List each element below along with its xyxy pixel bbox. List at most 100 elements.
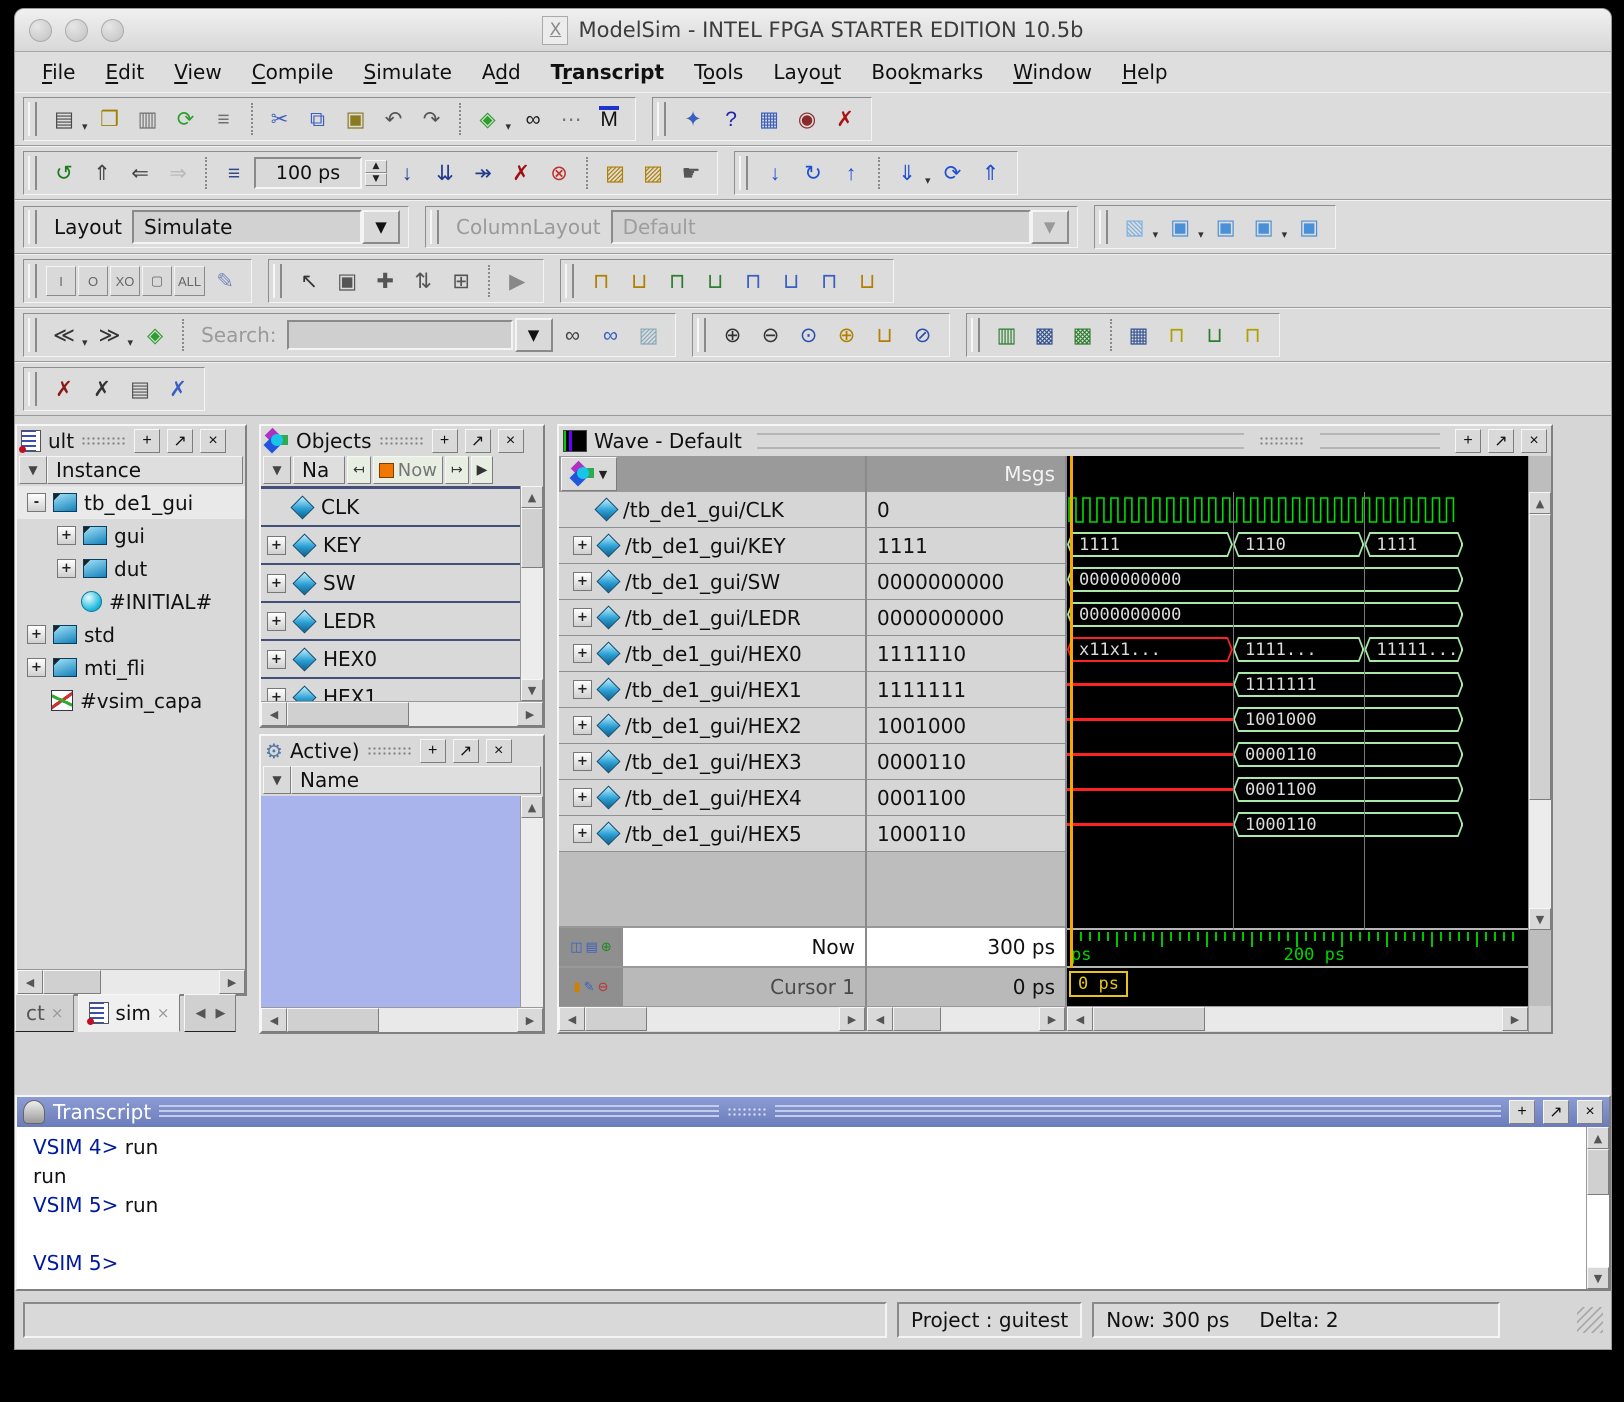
chevron-down-icon[interactable]: ▼ [362,210,400,244]
open-file-icon[interactable]: ❒ [92,101,128,137]
dropdown-caret-icon[interactable]: ▾ [82,120,88,133]
wave-signal-name[interactable]: +/tb_de1_gui/HEX2 [559,708,865,744]
wave-row[interactable] [1067,492,1528,527]
wave-row[interactable]: 0001100 [1067,772,1528,807]
expander-icon[interactable]: + [573,716,592,735]
scroll-right-icon[interactable]: ▶ [839,1007,865,1031]
dropdown-caret-icon[interactable]: ▾ [1198,228,1204,241]
panel-drag-grip[interactable] [81,436,127,446]
expander-icon[interactable]: + [573,788,592,807]
wave-time-ruler[interactable]: ps200 ps [1067,928,1528,968]
filter-funnel-icon[interactable]: ▼ [263,456,291,484]
scroll-up-icon[interactable]: ▲ [1587,1127,1609,1149]
environment-up-icon[interactable]: ⇑ [84,155,120,191]
dropdown-caret-icon[interactable]: ▾ [1153,228,1159,241]
paste-icon[interactable]: ▣ [338,101,374,137]
edge-tool-2-icon[interactable]: ⊔ [621,263,657,299]
transcript-vertical-scrollbar[interactable]: ▲ ▼ [1586,1127,1609,1289]
expander-icon[interactable]: + [57,559,76,578]
scroll-left-icon[interactable]: ◀ [17,970,43,994]
save-icon[interactable]: ▥ [130,101,166,137]
run-icon[interactable]: ↓ [389,155,425,191]
scroll-left-icon[interactable]: ◀ [261,1008,287,1032]
menu-file[interactable]: File [29,57,88,87]
expander-icon[interactable]: + [267,650,286,669]
resize-grip[interactable] [1577,1307,1603,1333]
step-over-icon[interactable]: ↻ [795,155,831,191]
msgs-column-header[interactable]: Msgs [867,462,1065,486]
tab-ct[interactable]: ct× [15,994,74,1032]
toolbar-grip[interactable] [28,102,37,136]
panel-drag-grip[interactable] [159,1105,719,1119]
toolbar-grip[interactable] [28,318,37,352]
menu-edit[interactable]: Edit [92,57,157,87]
search-reverse-icon[interactable]: ∞ [555,317,591,353]
dropdown-caret-icon[interactable]: ▾ [1282,228,1288,241]
separate-run-1-icon[interactable]: ▨ [597,155,633,191]
toolbar-grip[interactable] [971,318,980,352]
two-cursor-mode-icon[interactable]: ⇅ [405,263,441,299]
edge-tool-3-icon[interactable]: ⊓ [659,263,695,299]
undock-icon[interactable]: ↗ [453,739,479,763]
cursor-position-box[interactable]: 0 ps [1069,971,1128,997]
goto-next-icon[interactable]: ↦ [445,456,469,484]
last-edge-icon[interactable]: ⊓ [1235,317,1271,353]
expander-icon[interactable]: + [267,688,286,702]
panel-drag-grip[interactable] [1259,436,1305,446]
filter-funnel-icon[interactable]: ▼ [19,456,47,484]
menu-compile[interactable]: Compile [239,57,347,87]
add-button[interactable]: + [420,739,446,763]
wave-signal-name[interactable]: +/tb_de1_gui/HEX3 [559,744,865,780]
tree-item-dut[interactable]: +dut [17,552,245,585]
wave-signal-name[interactable]: +/tb_de1_gui/HEX1 [559,672,865,708]
layout-select[interactable]: Simulate▼ [132,210,400,244]
expand-env-icon[interactable]: ◈ [470,101,506,137]
zoom-mode-tool-icon[interactable]: ▣ [329,263,365,299]
wave-viewport[interactable]: 11111110111100000000000000000000x11x1...… [1065,456,1528,1006]
panel-drag-grip[interactable] [775,1105,1501,1119]
zoom-select-icon[interactable]: ⊘ [905,317,941,353]
toolbar-grip[interactable] [1099,210,1108,244]
wave-signal-menu-button[interactable]: ▼ [561,457,617,491]
wave-row[interactable]: 0000110 [1067,737,1528,772]
columnlayout-select[interactable]: Default▼ [611,210,1069,244]
close-tab-icon[interactable]: × [157,1004,170,1022]
close-window-button[interactable] [29,19,52,42]
expander-icon[interactable]: + [267,536,286,555]
spin-down-icon[interactable]: ▼ [365,173,387,186]
toolbar-grip[interactable] [28,264,37,298]
scroll-left-icon[interactable]: ◀ [867,1007,893,1031]
run-continue-icon[interactable]: ⇊ [427,155,463,191]
instance-column-header[interactable]: Instance [47,456,243,484]
scroll-right-icon[interactable]: ▶ [1502,1007,1528,1031]
wave-signal-name[interactable]: /tb_de1_gui/CLK [559,492,865,528]
expander-icon[interactable]: + [573,680,592,699]
wave-row[interactable]: 1111111 [1067,667,1528,702]
edit-mode-icon[interactable]: ⊞ [443,263,479,299]
step-out-current-icon[interactable]: ⇑ [973,155,1009,191]
edge-tool-1-icon[interactable]: ⊓ [583,263,619,299]
toolbar-grip[interactable] [28,372,37,406]
toolbar-grip[interactable] [739,156,748,190]
expand-right-icon[interactable]: ▶ [471,456,494,484]
window-save-icon[interactable]: ▣ [1246,209,1282,245]
expander-icon[interactable]: + [573,608,592,627]
add-cursor-icon[interactable]: ⊕ [601,941,612,954]
insert-time-icon[interactable]: ◈ [137,317,173,353]
expander-icon[interactable]: - [27,493,46,512]
toolbar-grip[interactable] [273,264,282,298]
step-into-icon[interactable]: ↓ [757,155,793,191]
dropdown-caret-icon[interactable]: ▾ [82,336,88,349]
search-dropdown[interactable]: ▼ [515,318,553,352]
copy-icon[interactable]: ⧉ [300,101,336,137]
toolbar-grip[interactable] [28,156,37,190]
wave-cursor-line[interactable] [1070,456,1073,968]
toolbar-grip[interactable] [430,210,439,244]
stop-icon[interactable]: ⊗ [541,155,577,191]
cut-time-left-icon[interactable]: ≪ [46,317,82,353]
modelsim-m-icon[interactable]: M [591,101,627,137]
menu-view[interactable]: View [161,57,234,87]
zoom-range-icon[interactable]: ⊔ [867,317,903,353]
window-edit-icon[interactable]: ▣ [1208,209,1244,245]
show-memory-icon[interactable]: ▩ [1065,317,1101,353]
